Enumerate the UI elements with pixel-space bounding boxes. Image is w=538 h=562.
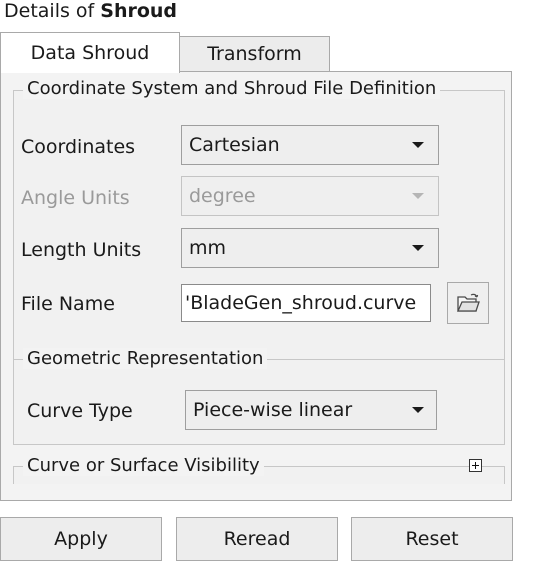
file-name-field[interactable]: 'BladeGen_shroud.curve: [181, 284, 431, 322]
chevron-down-icon: [412, 245, 424, 251]
length-units-label: Length Units: [21, 239, 142, 261]
angle-units-label: Angle Units: [21, 187, 130, 209]
coordinate-system-group-title: Coordinate System and Shroud File Defini…: [23, 78, 441, 99]
browse-file-button[interactable]: [447, 282, 489, 324]
curve-type-dropdown[interactable]: Piece-wise linear: [185, 390, 437, 430]
coordinates-dropdown[interactable]: Cartesian: [181, 125, 439, 165]
details-title-prefix: Details of: [4, 0, 101, 22]
tab-data-shroud[interactable]: Data Shroud: [0, 32, 180, 73]
reread-button[interactable]: Reread: [176, 517, 338, 561]
length-units-dropdown[interactable]: mm: [181, 228, 439, 268]
chevron-down-icon: [412, 142, 424, 148]
tab-data-shroud-label: Data Shroud: [30, 42, 150, 64]
chevron-down-icon: [412, 407, 424, 413]
folder-open-icon: [456, 293, 480, 312]
length-units-value: mm: [189, 237, 227, 259]
apply-button-label: Apply: [54, 528, 108, 550]
tab-panel: Coordinate System and Shroud File Defini…: [0, 71, 512, 501]
geometric-representation-group-title: Geometric Representation: [23, 348, 268, 369]
file-name-value: 'BladeGen_shroud.curve: [185, 292, 417, 314]
plus-box-icon[interactable]: [469, 459, 482, 472]
visibility-group-title: Curve or Surface Visibility: [23, 455, 264, 476]
angle-units-dropdown[interactable]: degree: [181, 176, 439, 216]
file-name-label: File Name: [21, 293, 115, 315]
apply-button[interactable]: Apply: [0, 517, 162, 561]
curve-type-label: Curve Type: [27, 400, 133, 422]
reread-button-label: Reread: [223, 528, 291, 550]
reset-button-label: Reset: [405, 528, 459, 550]
coordinates-value: Cartesian: [189, 134, 280, 156]
reset-button[interactable]: Reset: [351, 517, 513, 561]
curve-type-value: Piece-wise linear: [193, 399, 353, 421]
details-object-name: Shroud: [100, 0, 178, 22]
tab-transform[interactable]: Transform: [180, 36, 330, 72]
details-title: Details of Shroud: [4, 0, 177, 22]
tab-transform-label: Transform: [207, 43, 302, 65]
angle-units-value: degree: [189, 185, 256, 207]
coordinates-label: Coordinates: [21, 136, 136, 158]
chevron-down-icon: [412, 193, 424, 199]
